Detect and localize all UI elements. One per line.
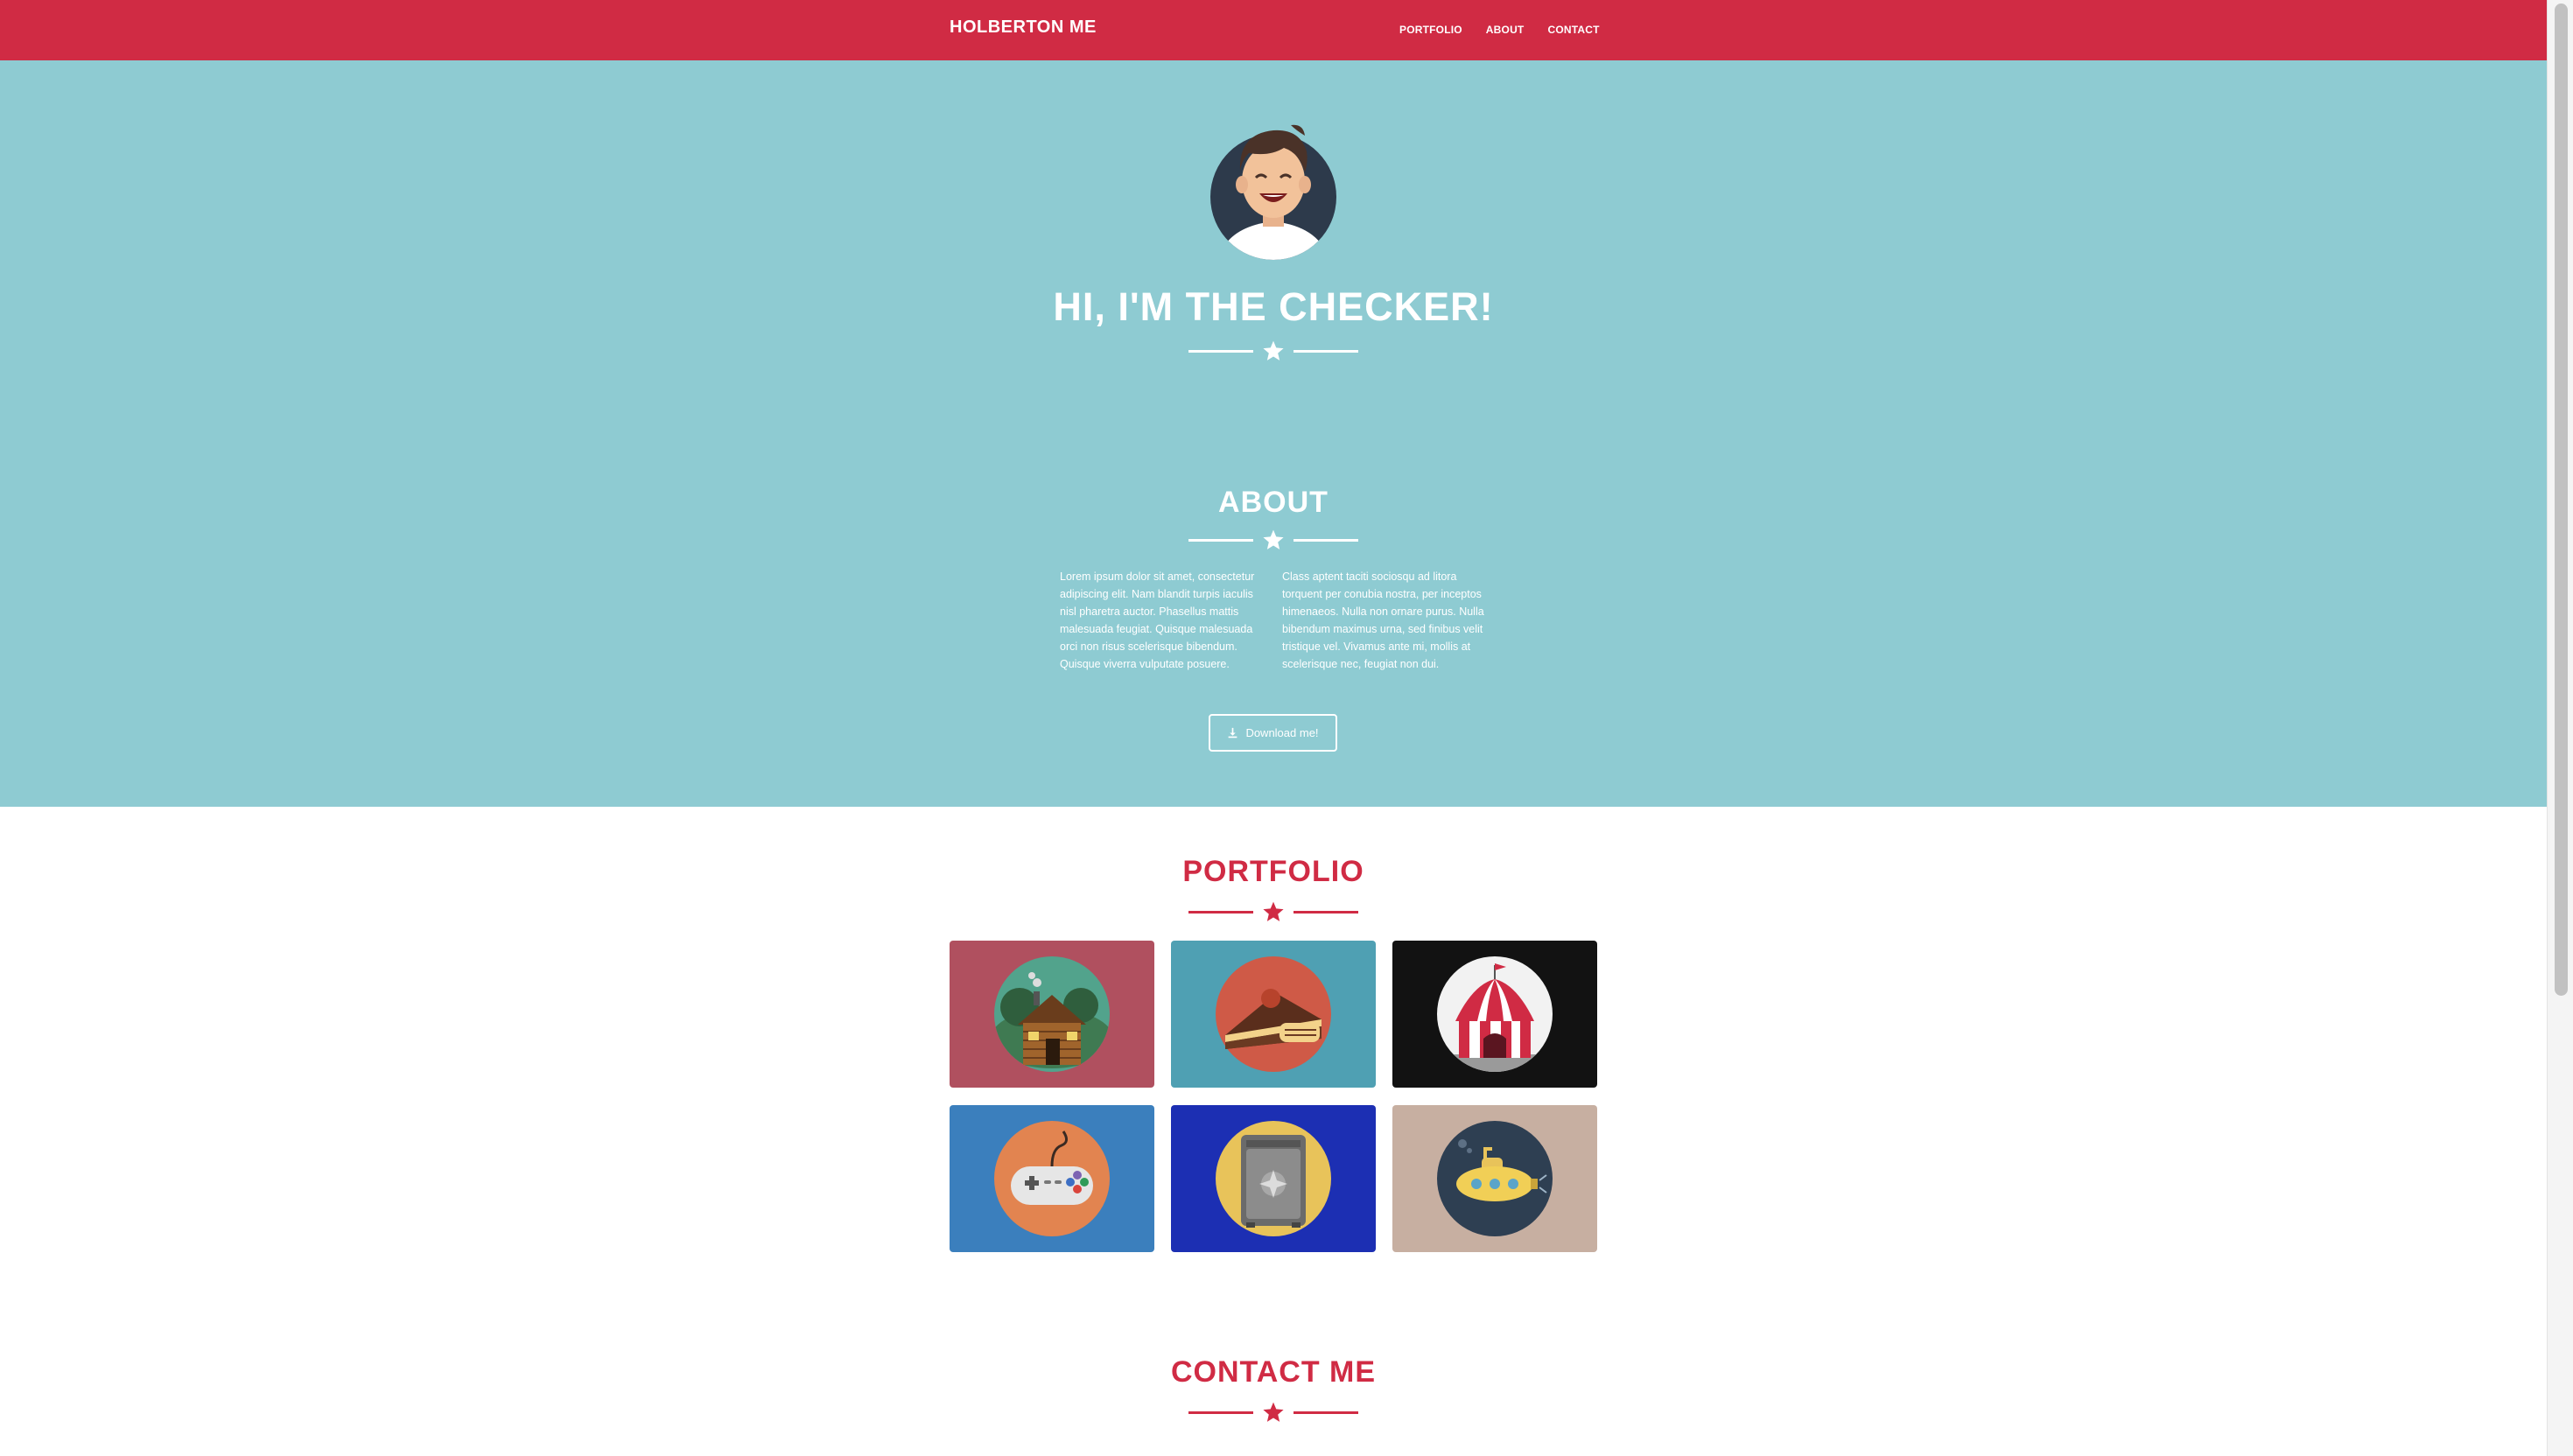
download-button-label: Download me! (1245, 726, 1319, 739)
brand-logo[interactable]: HOLBERTON ME (950, 18, 1097, 38)
star-icon (1263, 1402, 1284, 1422)
portfolio-item-circus[interactable] (1392, 941, 1597, 1088)
portfolio-item-cabin[interactable] (950, 941, 1154, 1088)
contact-divider (1188, 1401, 1358, 1424)
nav-links: PORTFOLIO ABOUT CONTACT (1399, 24, 1600, 36)
cake-icon (1216, 956, 1331, 1072)
game-controller-icon (994, 1121, 1110, 1236)
portfolio-item-safe[interactable] (1171, 1105, 1376, 1252)
safe-icon (1216, 1121, 1331, 1236)
about-text-right: Class aptent taciti sociosqu ad litora t… (1282, 570, 1484, 670)
contact-title: CONTACT ME (1170, 1355, 1377, 1389)
about-title: ABOUT (1218, 486, 1329, 519)
portfolio-item-game[interactable] (950, 1105, 1154, 1252)
download-button[interactable]: Download me! (1209, 714, 1337, 752)
star-icon (1263, 901, 1284, 921)
nav-link-portfolio[interactable]: PORTFOLIO (1399, 24, 1462, 36)
hero-section: HI, I'M THE CHECKER! ABOUT Lorem ipsum d… (0, 60, 2547, 807)
navbar: HOLBERTON ME PORTFOLIO ABOUT CONTACT (0, 0, 2547, 60)
vertical-scrollbar[interactable] (2547, 0, 2573, 1456)
circus-tent-icon (1437, 956, 1553, 1072)
star-icon (1263, 340, 1284, 360)
page: HOLBERTON ME PORTFOLIO ABOUT CONTACT HI,… (0, 0, 2547, 1456)
about-divider (1188, 528, 1358, 551)
avatar (1210, 124, 1336, 260)
star-icon (1263, 529, 1284, 550)
download-icon (1229, 727, 1237, 738)
portfolio-item-cake[interactable] (1171, 941, 1376, 1088)
about-text-left: Lorem ipsum dolor sit amet, consectetur … (1060, 570, 1255, 670)
submarine-icon (1437, 1121, 1553, 1236)
scrollbar-thumb[interactable] (2555, 4, 2568, 996)
nav-link-contact[interactable]: CONTACT (1547, 24, 1599, 36)
portfolio-divider (1188, 900, 1358, 923)
hero-title: HI, I'M THE CHECKER! (1053, 284, 1494, 329)
portfolio-title: PORTFOLIO (1182, 855, 1364, 888)
hero-divider (1188, 340, 1358, 362)
cabin-icon (994, 956, 1110, 1072)
nav-link-about[interactable]: ABOUT (1486, 24, 1525, 36)
portfolio-item-submarine[interactable] (1392, 1105, 1597, 1252)
